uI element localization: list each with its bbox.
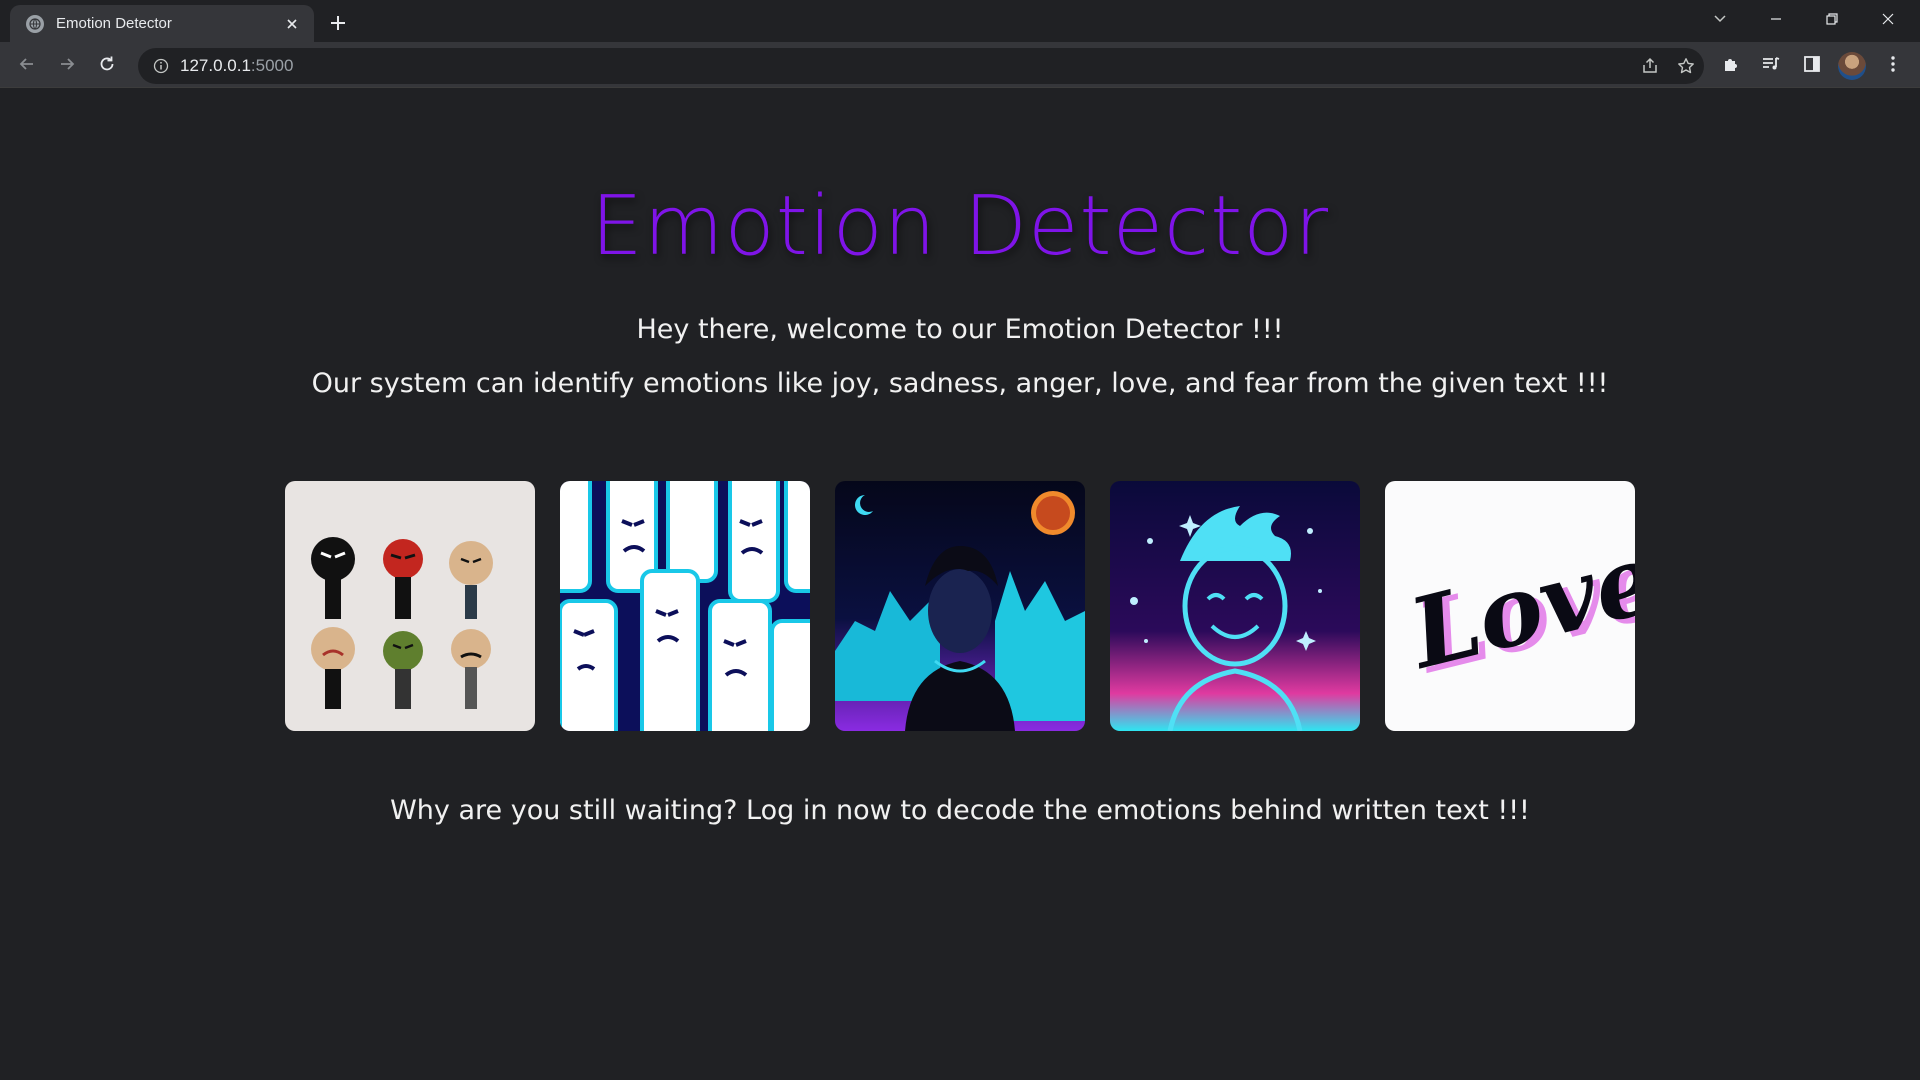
back-button[interactable] xyxy=(10,49,44,83)
login-prompt: Why are you still waiting? Log in now to… xyxy=(390,795,1530,826)
welcome-text: Hey there, welcome to our Emotion Detect… xyxy=(636,314,1284,345)
url-text[interactable]: 127.0.0.1:5000 xyxy=(180,56,1632,76)
tab-title: Emotion Detector xyxy=(56,15,172,32)
reload-icon xyxy=(97,54,117,78)
globe-icon xyxy=(26,14,44,33)
sadness-image xyxy=(560,481,810,731)
info-icon[interactable] xyxy=(150,55,172,77)
back-icon xyxy=(17,54,37,78)
forward-button[interactable] xyxy=(50,49,84,83)
fear-image xyxy=(835,481,1085,731)
restore-icon xyxy=(1825,11,1839,30)
menu-button[interactable] xyxy=(1876,49,1910,83)
love-image: Love Love xyxy=(1385,481,1635,731)
minimize-icon xyxy=(1769,11,1783,30)
forward-icon xyxy=(57,54,77,78)
tab-strip: Emotion Detector xyxy=(0,0,1920,42)
media-icon xyxy=(1761,55,1781,77)
url-host: 127.0.0.1 xyxy=(180,56,251,75)
address-bar[interactable]: 127.0.0.1:5000 xyxy=(138,48,1704,84)
anger-image xyxy=(285,481,535,731)
media-button[interactable] xyxy=(1754,49,1788,83)
browser-toolbar: 127.0.0.1:5000 xyxy=(0,42,1920,88)
extensions-button[interactable] xyxy=(1714,49,1748,83)
page-title: Emotion Detector xyxy=(590,179,1330,274)
share-icon[interactable] xyxy=(1632,48,1668,84)
avatar[interactable] xyxy=(1838,52,1866,80)
puzzle-icon xyxy=(1722,55,1740,77)
minimize-button[interactable] xyxy=(1748,0,1804,40)
description-text: Our system can identify emotions like jo… xyxy=(311,368,1609,399)
url-port: :5000 xyxy=(250,56,294,75)
restore-button[interactable] xyxy=(1804,0,1860,40)
close-icon[interactable] xyxy=(282,14,302,34)
tab-search-button[interactable] xyxy=(1692,0,1748,40)
new-tab-button[interactable] xyxy=(322,9,354,41)
reload-button[interactable] xyxy=(90,49,124,83)
chevron-down-icon xyxy=(1712,10,1728,30)
emotion-gallery: Love Love xyxy=(285,481,1635,731)
close-window-button[interactable] xyxy=(1860,0,1916,40)
close-icon xyxy=(1881,11,1895,30)
kebab-menu-icon xyxy=(1890,55,1896,77)
plus-icon xyxy=(329,14,347,36)
side-panel-button[interactable] xyxy=(1795,49,1829,83)
joy-image xyxy=(1110,481,1360,731)
sidepanel-icon xyxy=(1803,55,1821,77)
browser-tab[interactable]: Emotion Detector xyxy=(10,5,314,42)
star-icon[interactable] xyxy=(1668,48,1704,84)
page-content: Emotion Detector Hey there, welcome to o… xyxy=(0,89,1920,1080)
